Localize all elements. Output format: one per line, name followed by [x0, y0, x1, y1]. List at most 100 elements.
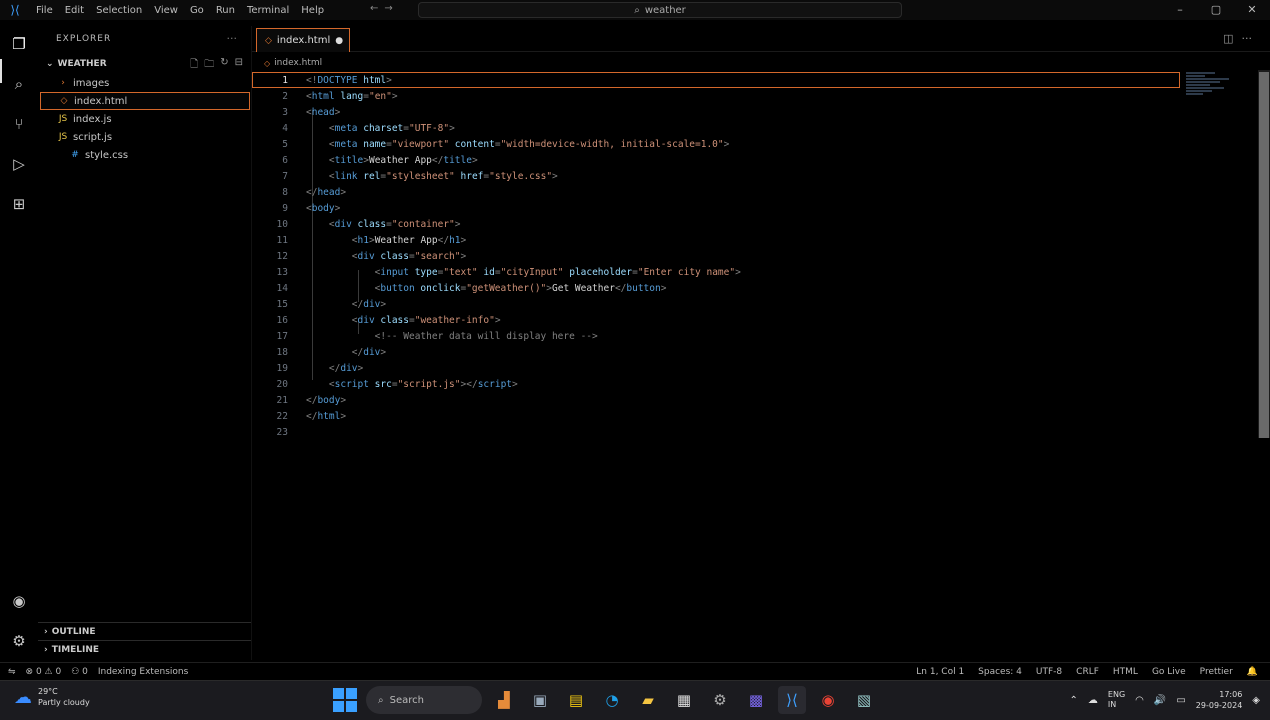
tree-item-script-js[interactable]: JS script.js — [40, 128, 250, 146]
maximize-icon[interactable]: ▢ — [1198, 0, 1234, 20]
microsoft-store-icon[interactable]: ▦ — [670, 686, 698, 714]
more-actions-icon[interactable]: ··· — [227, 32, 238, 45]
tree-item-images[interactable]: › images — [40, 74, 250, 92]
chevron-right-icon: › — [44, 644, 48, 655]
menu-item-file[interactable]: File — [30, 5, 59, 16]
close-icon[interactable]: ✕ — [1234, 0, 1270, 20]
clock-date: 29-09-2024 — [1195, 701, 1243, 710]
menu-item-help[interactable]: Help — [295, 5, 330, 16]
status-right-item[interactable]: Spaces: 4 — [978, 667, 1022, 677]
token: div — [363, 346, 381, 358]
command-center-label: weather — [644, 4, 686, 16]
tab-index-html[interactable]: ◇ index.html ● — [256, 28, 350, 52]
breadcrumb[interactable]: ◇ index.html — [264, 58, 322, 68]
minimize-icon[interactable]: – — [1162, 0, 1198, 20]
split-editor-icon[interactable]: ◫ — [1223, 32, 1233, 45]
token: html — [311, 90, 335, 102]
search-icon[interactable]: ⌕ — [9, 74, 29, 94]
line-number: 15 — [276, 298, 288, 310]
menu-item-terminal[interactable]: Terminal — [241, 5, 295, 16]
source-control-icon[interactable]: ⑂ — [9, 114, 29, 134]
token: "getWeather()" — [466, 282, 547, 294]
code-line: 2 <html lang="en"> — [252, 88, 1182, 104]
app-icon[interactable]: ▩ — [742, 686, 770, 714]
vscode-taskbar-icon[interactable]: ⟩⟨ — [778, 686, 806, 714]
sticky-notes-icon[interactable]: ▤ — [562, 686, 590, 714]
status-right-item[interactable]: UTF-8 — [1036, 667, 1062, 677]
file-explorer-icon[interactable]: ▰ — [634, 686, 662, 714]
new-file-icon[interactable]: 🗋 — [190, 57, 198, 74]
section-outline[interactable]: › OUTLINE — [38, 622, 251, 640]
taskbar-search[interactable]: ⌕ Search — [366, 686, 482, 714]
status-left-item[interactable]: ⊗ 0 ⚠ 0 — [26, 667, 62, 677]
account-icon[interactable]: ◉ — [9, 591, 29, 611]
menu-item-go[interactable]: Go — [184, 5, 210, 16]
explorer-icon[interactable]: ❐ — [9, 34, 29, 54]
wifi-icon[interactable]: ◠ — [1135, 695, 1144, 706]
remote-icon[interactable]: ⇋ — [8, 667, 16, 677]
new-folder-icon[interactable]: 🗀 — [204, 57, 214, 74]
tree-item-index-js[interactable]: JS index.js — [40, 110, 250, 128]
settings-gear-icon[interactable]: ⚙ — [706, 686, 734, 714]
line-code: </html> — [292, 411, 346, 422]
volume-icon[interactable]: 🔊 — [1154, 695, 1166, 706]
code-line: 7 <link rel="stylesheet" href="style.css… — [252, 168, 1182, 184]
run-debug-icon[interactable]: ▷ — [9, 154, 29, 174]
section-timeline[interactable]: › TIMELINE — [38, 640, 251, 658]
code-line: 13 <input type="text" id="cityInput" pla… — [252, 264, 1182, 280]
nav-arrows[interactable]: ←→ — [370, 3, 399, 14]
token: div — [357, 314, 375, 326]
code-line: 20 <script src="script.js"></script> — [252, 376, 1182, 392]
refresh-icon[interactable]: ↻ — [220, 57, 228, 74]
status-right-item[interactable]: CRLF — [1076, 667, 1099, 677]
extensions-icon[interactable]: ⊞ — [9, 194, 29, 214]
file-icon: # — [71, 150, 79, 160]
line-number: 8 — [282, 186, 288, 198]
code-editor[interactable]: 1 <!DOCTYPE html> 2 <html lang="en"> 3 <head>… — [252, 70, 1270, 660]
status-right-item[interactable]: Prettier — [1200, 667, 1233, 677]
more-actions-icon[interactable]: ··· — [1242, 32, 1253, 45]
battery-icon[interactable]: ▭ — [1176, 695, 1185, 706]
status-left-item[interactable]: Indexing Extensions — [98, 667, 188, 677]
widgets-icon[interactable]: ▟ — [490, 686, 518, 714]
collapse-icon[interactable]: ⊟ — [235, 57, 243, 74]
notification-icon[interactable]: ◈ — [1252, 695, 1260, 706]
scrollbar-thumb[interactable] — [1259, 72, 1269, 438]
breadcrumb-file: index.html — [274, 58, 323, 68]
menu-item-edit[interactable]: Edit — [59, 5, 90, 16]
tree-item-style-css[interactable]: # style.css — [40, 146, 250, 164]
clock[interactable]: 17:06 29-09-2024 — [1196, 689, 1243, 711]
status-right: Ln 1, Col 1 Spaces: 4 UTF-8 CRLF HTML Go Live… — [916, 667, 1270, 677]
chevron-up-icon[interactable]: ⌃ — [1070, 695, 1078, 706]
status-left-item[interactable]: ⚇ 0 — [71, 667, 88, 677]
token: "text" — [443, 266, 478, 278]
command-center[interactable]: ⌕ weather — [418, 2, 902, 18]
bell-icon[interactable]: 🔔 — [1247, 667, 1258, 677]
code-line: 4 <meta charset="UTF-8"> — [252, 120, 1182, 136]
menu-item-run[interactable]: Run — [210, 5, 241, 16]
edge-browser-icon[interactable]: ◔ — [598, 686, 626, 714]
token: lang — [334, 90, 364, 102]
token: DOCTYPE — [317, 74, 358, 86]
line-code: <title>Weather App</title> — [292, 155, 478, 166]
minimap[interactable] — [1186, 72, 1234, 112]
unsaved-dot-icon[interactable]: ● — [335, 36, 343, 46]
onedrive-icon[interactable]: ☁ — [1088, 695, 1098, 706]
chrome-icon[interactable]: ◉ — [814, 686, 842, 714]
line-number: 6 — [282, 154, 288, 166]
token: title — [334, 154, 364, 166]
task-view-icon[interactable]: ▣ — [526, 686, 554, 714]
gear-icon[interactable]: ⚙ — [9, 631, 29, 651]
status-right-item[interactable]: Ln 1, Col 1 — [916, 667, 964, 677]
tree-item-index-html[interactable]: ◇ index.html — [40, 92, 250, 110]
lang-indicator[interactable]: ENG IN — [1108, 690, 1125, 710]
menu-item-selection[interactable]: Selection — [90, 5, 148, 16]
app-icon-2[interactable]: ▧ — [850, 686, 878, 714]
menu-item-view[interactable]: View — [148, 5, 184, 16]
status-right-item[interactable]: Go Live — [1152, 667, 1186, 677]
start-button[interactable] — [332, 687, 358, 713]
weather-widget[interactable]: ☁ 29°C Partly cloudy — [14, 686, 90, 708]
status-right-item[interactable]: HTML — [1113, 667, 1138, 677]
